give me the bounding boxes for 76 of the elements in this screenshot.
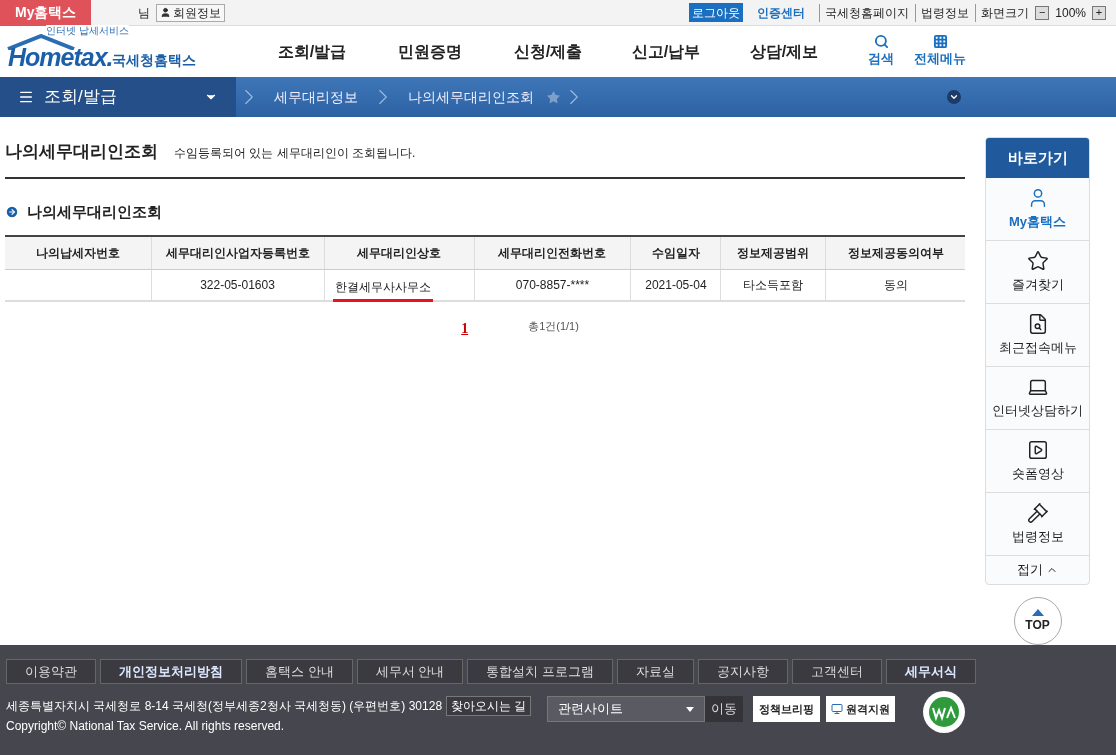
breadcrumb-link[interactable]: 세무대리정보 [262, 86, 370, 108]
table-cell-text: 2021-05-04 [645, 276, 707, 294]
breadcrumb-link[interactable]: 나의세무대리인조회 [396, 86, 546, 108]
footer-link[interactable]: 홈택스 안내 [246, 659, 353, 685]
play-icon [1026, 438, 1049, 461]
footer-link[interactable]: 세무서식 [885, 659, 976, 685]
table-cell-text: 322-05-01603 [200, 276, 275, 294]
zoom-in-button[interactable]: + [1092, 5, 1106, 20]
favorite-star-icon[interactable] [546, 89, 561, 105]
column-header: 세무대리인사업자등록번호 [151, 236, 324, 270]
star-icon [1026, 249, 1049, 272]
quick-menu-item[interactable]: 즐겨찾기 [986, 241, 1089, 305]
monitor-icon [831, 703, 844, 716]
caret-icon [686, 706, 695, 712]
triangle-up-icon [1031, 608, 1044, 616]
top-button[interactable]: TOP [1013, 597, 1062, 646]
footer-link[interactable]: 자료실 [616, 659, 694, 685]
person-icon [160, 7, 172, 18]
table-cell: 한결세무사사무소 [332, 277, 433, 302]
quick-menu-item[interactable]: 인터넷상담하기 [986, 367, 1089, 431]
total-count: 총1건(1/1) [528, 319, 579, 335]
zoom-label: 화면크기 [975, 3, 1030, 22]
all-menu-button[interactable]: 전체메뉴 [914, 34, 966, 69]
page-title: 나의세무대리인조회 [5, 141, 158, 164]
table-cell-text: 동의 [883, 276, 908, 294]
copyright-text: Copyright© National Tax Service. All rights reserved. [6, 719, 285, 734]
footer-link[interactable]: 고객센터 [791, 659, 882, 685]
member-info-button[interactable]: 회원정보 [156, 3, 226, 22]
column-header: 세무대리인전화번호 [474, 236, 631, 270]
main-menu-item[interactable]: 신청/제출 [489, 39, 607, 64]
logout-button[interactable]: 로그아웃 [689, 3, 744, 22]
expand-icon[interactable] [947, 90, 961, 105]
column-header: 정보제공범위 [720, 236, 826, 270]
main-menu-item[interactable]: 조회/발급 [253, 39, 371, 64]
table-cell-text: 타소득포함 [743, 276, 804, 294]
zoom-value: 100% [1055, 4, 1086, 22]
footer-link[interactable]: 세무서 안내 [356, 659, 464, 685]
column-header: 정보제공동의여부 [826, 236, 965, 270]
footer-link[interactable]: 공지사항 [697, 659, 788, 685]
table-cell-text: 070-8857-**** [515, 276, 590, 294]
quick-menu-item[interactable]: 최근접속메뉴 [986, 304, 1089, 368]
footer-link[interactable]: 통합설치 프로그램 [467, 659, 613, 685]
my-hometax-tab[interactable]: My홈택스 [0, 0, 92, 26]
quick-menu-title: 바로가기 [986, 138, 1089, 179]
address-text: 세종특별자치시 국세청로 8-14 국세청(정부세종2청사 국세청동) (우편번호) 30128 [6, 698, 443, 716]
arrow-circle-icon [5, 204, 19, 219]
search-button[interactable]: 검색 [868, 34, 894, 69]
column-header: 수임일자 [631, 236, 721, 270]
collapse-button[interactable]: 접기 [986, 556, 1089, 585]
remote-support-button[interactable]: 원격지원 [826, 696, 896, 723]
page-link[interactable]: 1 [461, 318, 469, 340]
quick-menu-item[interactable]: 숏폼영상 [986, 430, 1089, 494]
section-dropdown[interactable]: 조회/발급 [0, 77, 236, 118]
zoom-out-button[interactable]: − [1035, 5, 1050, 20]
section-title: 나의세무대리인조회 [27, 201, 162, 222]
search-icon [873, 34, 889, 50]
column-header: 세무대리인상호 [324, 236, 474, 270]
quick-menu-item[interactable]: My홈택스 [986, 178, 1089, 242]
quick-menu-item[interactable]: 법령정보 [986, 493, 1089, 557]
directions-link[interactable]: 찾아오시는 길 [446, 696, 532, 717]
column-header: 나의납세자번호 [5, 236, 151, 270]
page-description: 수임등록되어 있는 세무대리인이 조회됩니다. [174, 145, 416, 163]
related-sites-select[interactable]: 관련사이트 [547, 696, 706, 723]
main-menu-item[interactable]: 민원증명 [371, 39, 489, 64]
gavel-icon [1026, 501, 1049, 524]
cert-center-link[interactable]: 인증센터 [757, 3, 806, 22]
footer-link[interactable]: 이용약관 [6, 659, 96, 685]
policy-briefing-button[interactable]: 정책브리핑 [753, 696, 821, 723]
main-menu-item[interactable]: 신고/납부 [607, 39, 725, 64]
main-menu-item[interactable]: 상담/제보 [725, 39, 843, 64]
grid-icon [932, 34, 948, 50]
footer-link[interactable]: 개인정보처리방침 [100, 659, 242, 685]
go-button[interactable]: 이동 [705, 696, 744, 723]
top-link[interactable]: 국세청홈페이지 [819, 3, 910, 22]
user-suffix: 님 [138, 4, 151, 22]
top-link[interactable]: 법령정보 [915, 3, 970, 22]
